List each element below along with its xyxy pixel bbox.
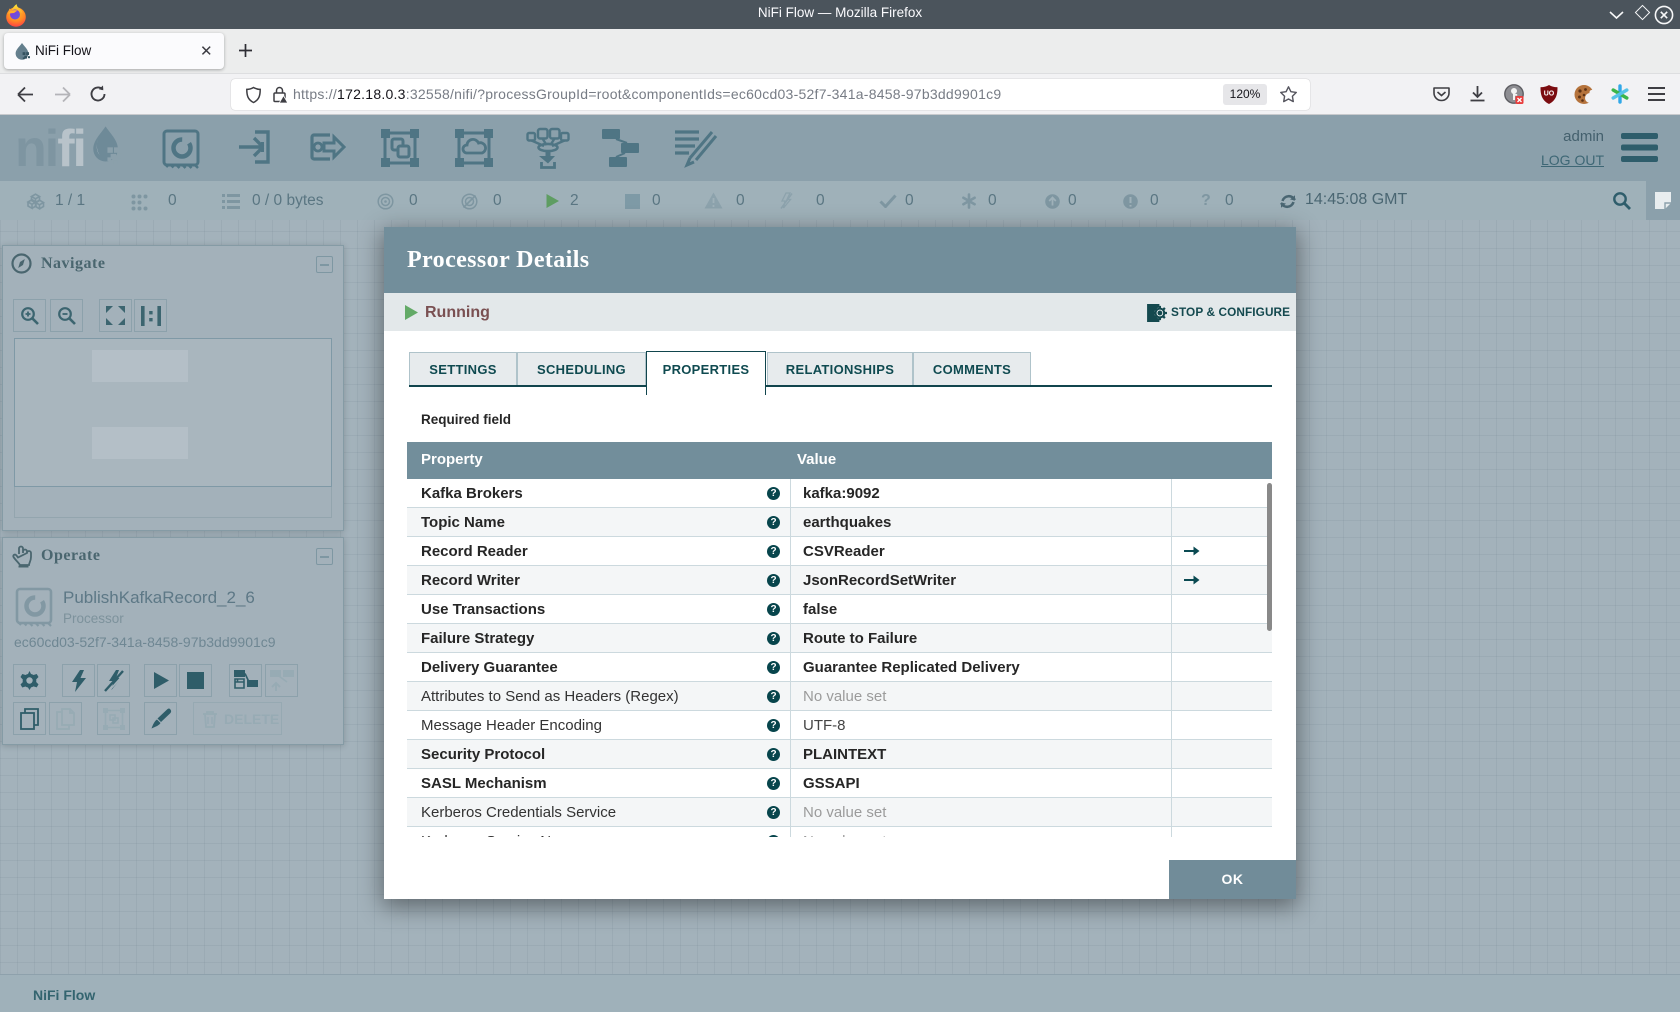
svg-text:UO: UO [1544, 91, 1555, 98]
